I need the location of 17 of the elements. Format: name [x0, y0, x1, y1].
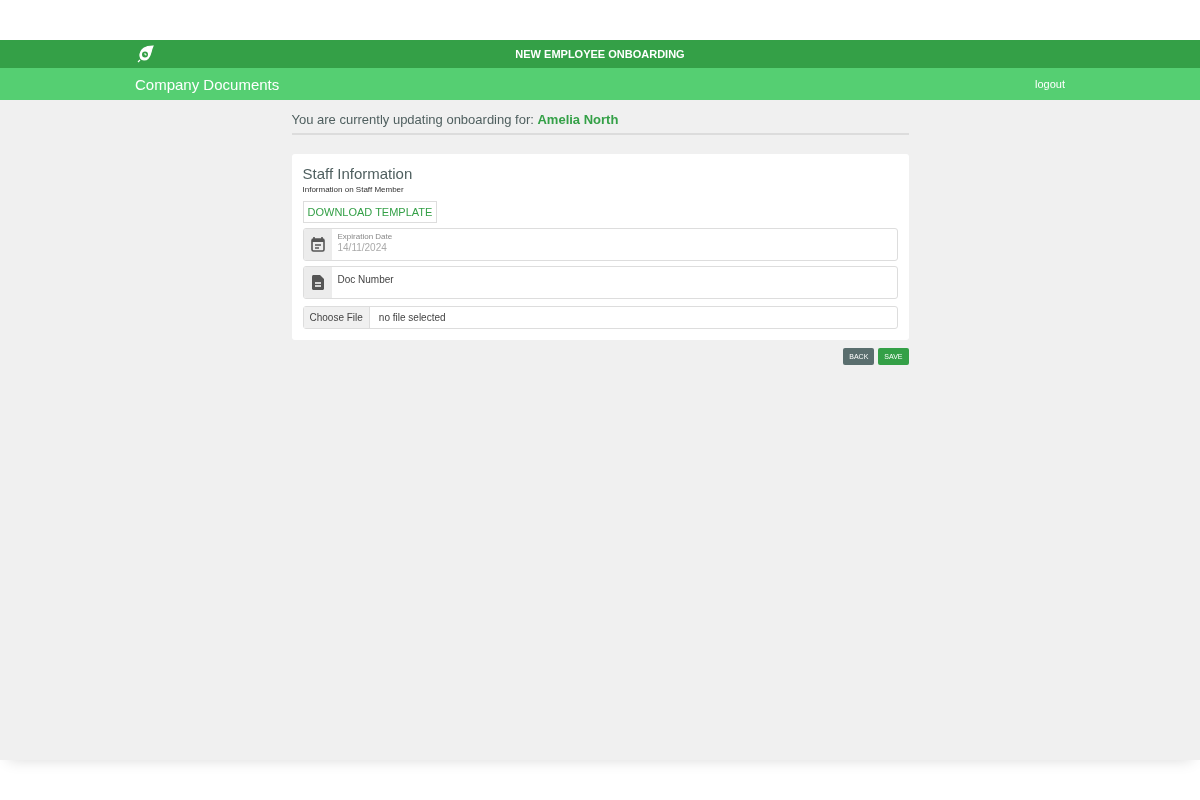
choose-file-button[interactable]: Choose File [303, 307, 370, 328]
field-value: 14/11/2024 [337, 242, 388, 253]
download-template-button[interactable]: DOWNLOAD TEMPLATE [302, 201, 438, 223]
document-icon [311, 275, 324, 290]
app-title: NEW EMPLOYEE ONBOARDING [515, 48, 685, 60]
date-field[interactable]: Expiration Date 14/11/2024 [302, 228, 898, 261]
field-label: Doc Number [337, 274, 394, 285]
leaf-clock-icon [137, 45, 155, 63]
field-label: Expiration Date [337, 232, 393, 241]
section-title: Company Documents [135, 75, 280, 93]
file-status: no file selected [377, 312, 446, 323]
card-title: Staff Information [302, 165, 414, 182]
onboarding-context-text: You are currently updating onboarding for: Amelia North [291, 100, 909, 135]
text-field[interactable]: Doc Number [302, 266, 898, 299]
calendar-icon [310, 237, 325, 252]
card-subtitle: Information on Staff Member [302, 185, 404, 194]
file-input[interactable]: Choose File no file selected [302, 306, 898, 329]
